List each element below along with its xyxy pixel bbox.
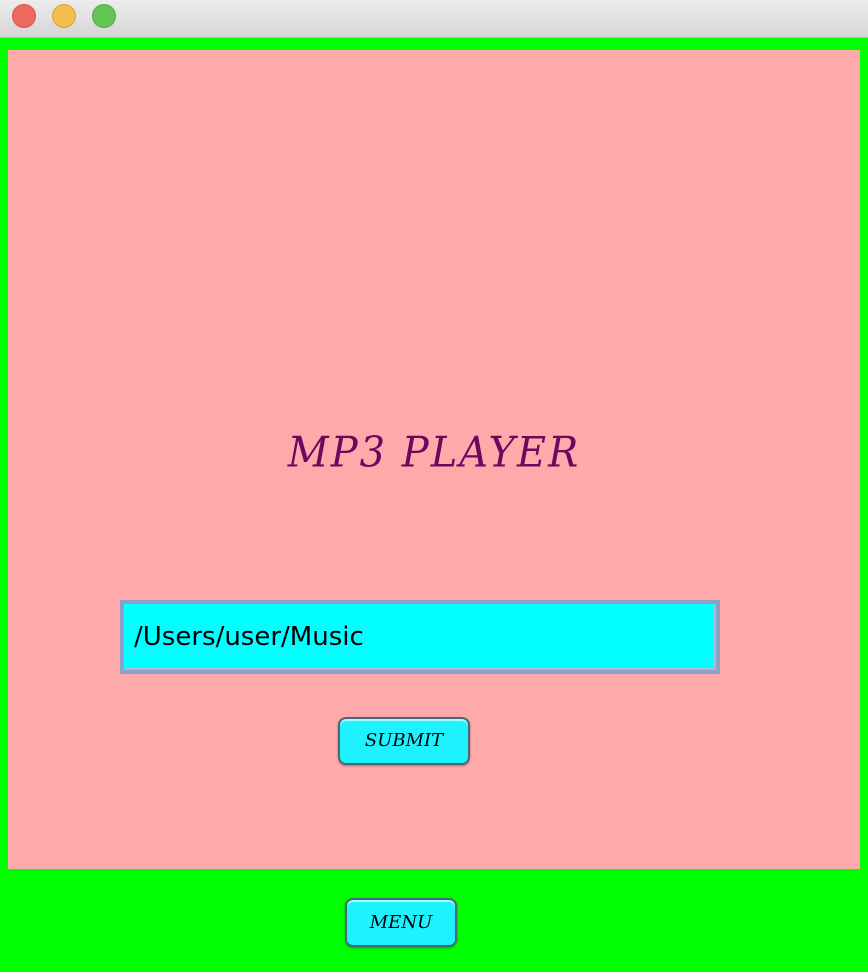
music-path-input[interactable]	[120, 600, 720, 674]
app-title: MP3 PLAYER	[287, 428, 581, 478]
title-bar[interactable]	[0, 0, 868, 38]
content-area: MP3 PLAYER SUBMIT MENU	[0, 38, 868, 972]
close-window-button[interactable]	[12, 4, 36, 28]
main-panel: MP3 PLAYER SUBMIT	[8, 50, 860, 869]
app-window: MP3 PLAYER SUBMIT MENU	[0, 0, 868, 972]
menu-button[interactable]: MENU	[345, 898, 457, 947]
zoom-window-button[interactable]	[92, 4, 116, 28]
minimize-window-button[interactable]	[52, 4, 76, 28]
submit-button[interactable]: SUBMIT	[338, 717, 470, 765]
